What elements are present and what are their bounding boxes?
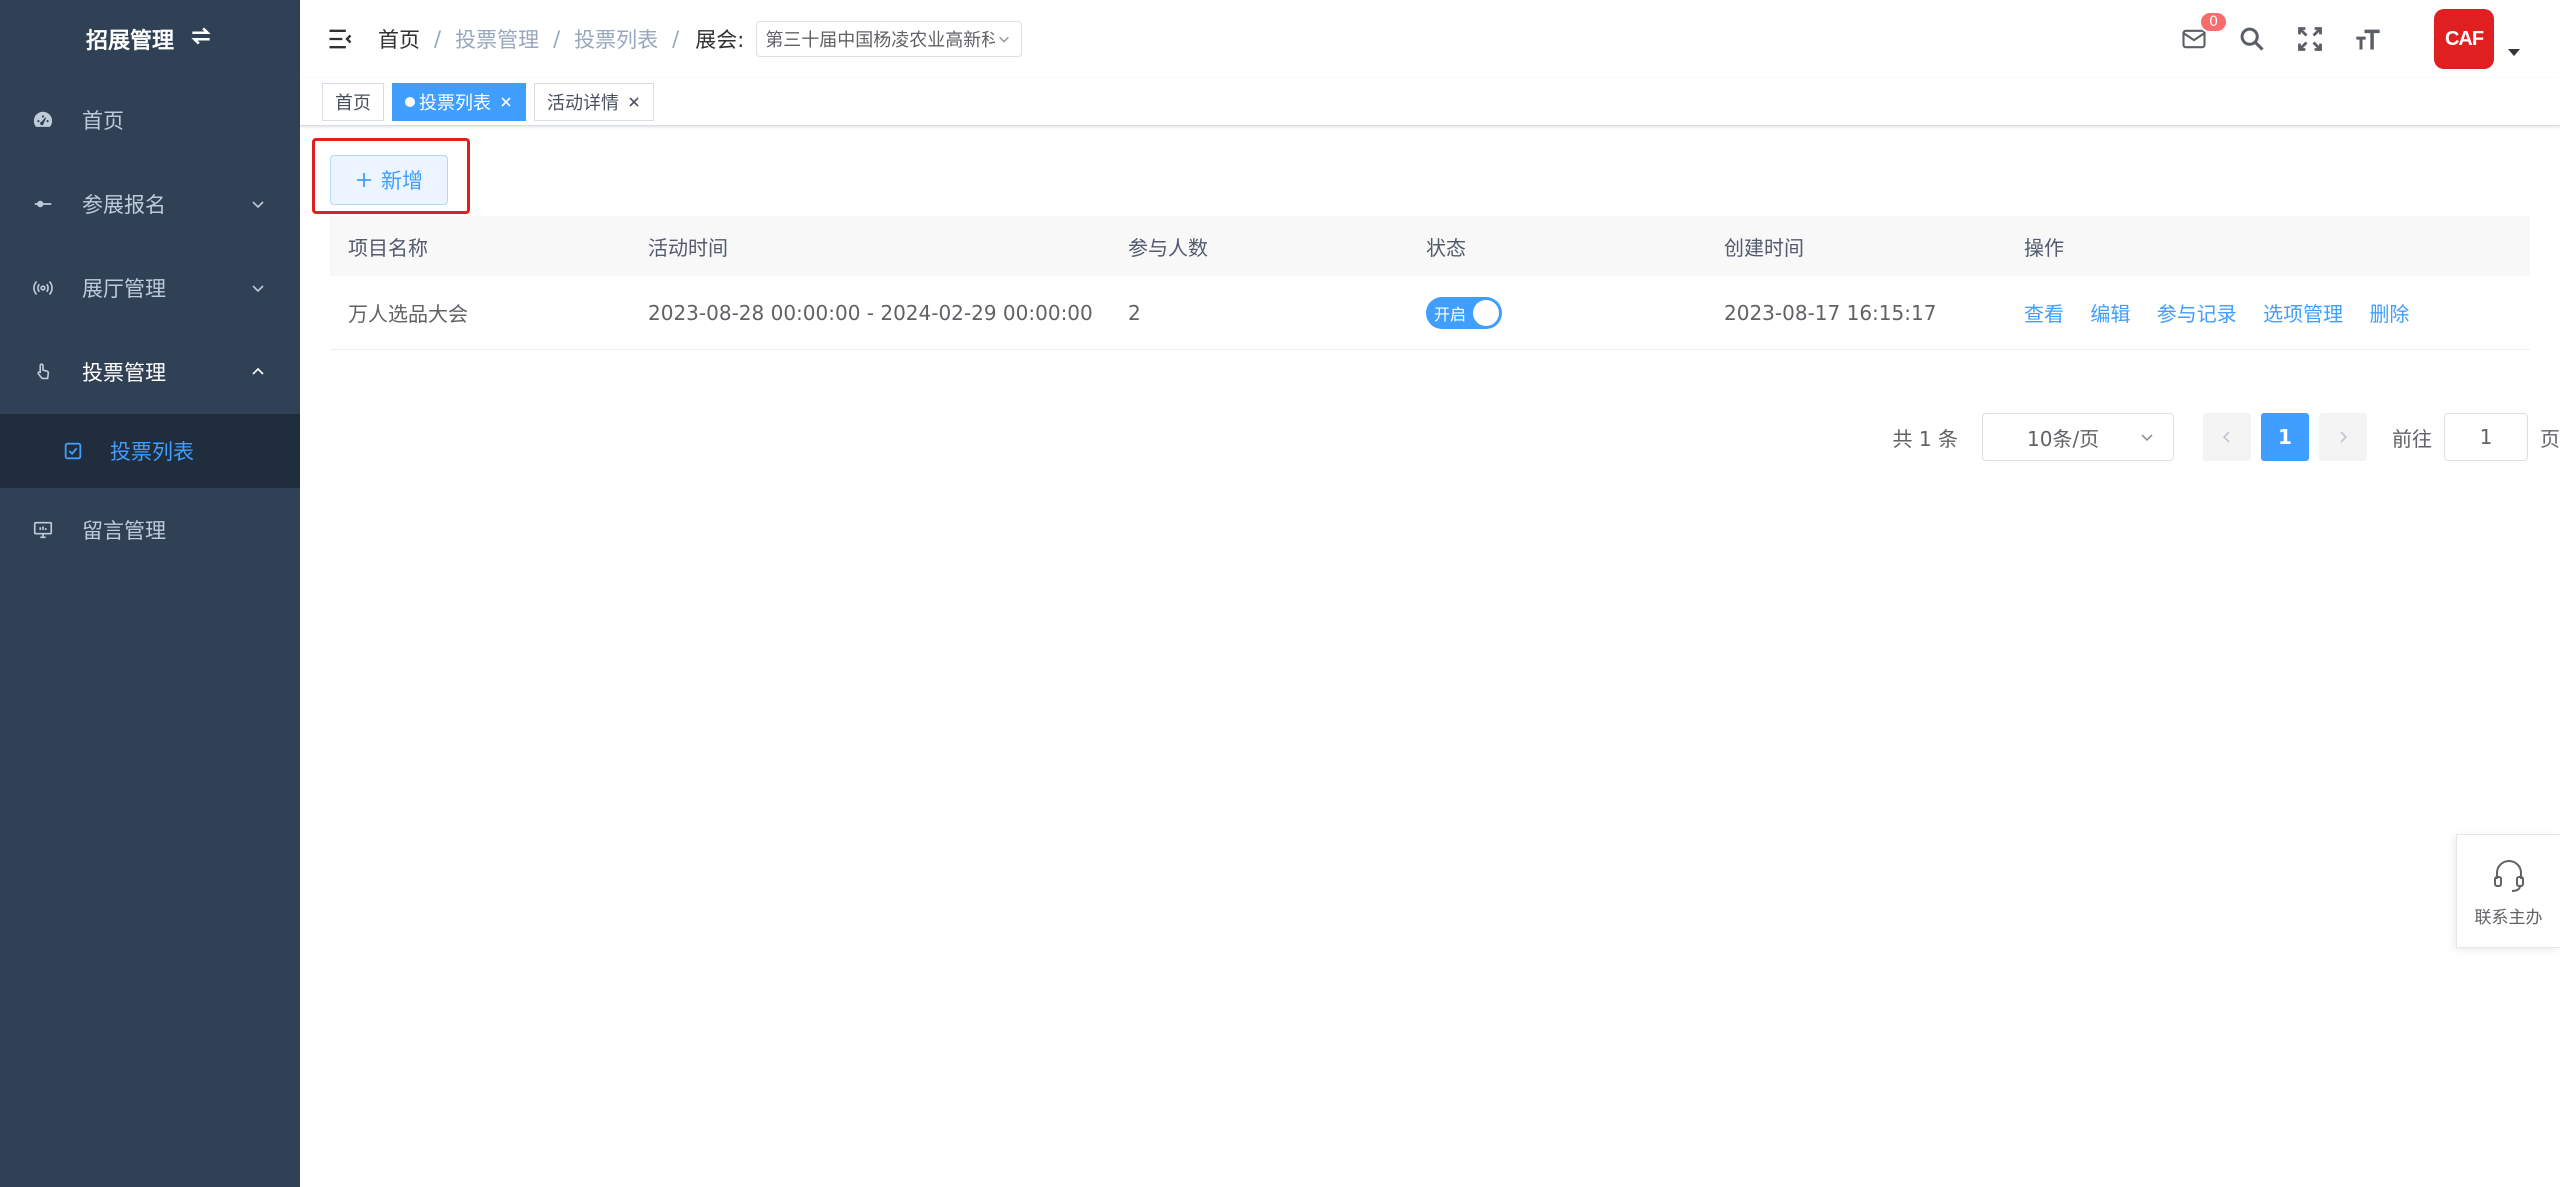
menu-fold-icon[interactable] — [326, 25, 354, 53]
pagination: 共 1 条 10条/页 1 前往 1 页 — [1893, 412, 2560, 462]
header-ops: 操作 — [2024, 235, 2064, 260]
records-link[interactable]: 参与记录 — [2157, 302, 2237, 326]
chevron-down-icon — [2141, 434, 2153, 442]
expo-label: 展会: — [695, 28, 745, 52]
broadcast-icon — [30, 275, 56, 301]
active-dot-icon — [405, 96, 415, 107]
headset-icon — [2493, 859, 2524, 892]
edit-link[interactable]: 编辑 — [2090, 302, 2130, 326]
goto-label: 前往 — [2392, 426, 2432, 451]
breadcrumb-vote-list: 投票列表 — [574, 28, 659, 52]
tag-activity-detail[interactable]: 活动详情 — [534, 82, 654, 121]
dashboard-icon — [30, 107, 56, 133]
page-size-value: 10条/页 — [2027, 426, 2100, 451]
breadcrumb-home[interactable]: 首页 — [378, 24, 420, 54]
tag-label: 活动详情 — [547, 92, 619, 114]
checkbox-icon — [62, 440, 84, 462]
sidebar-item-vote-list[interactable]: 投票列表 — [0, 414, 300, 488]
slider-icon — [30, 191, 56, 217]
sidebar: 招展管理 首页 参展报名 展厅管理 投票管理 投票列表 留言管理 — [0, 0, 300, 1187]
next-page-button[interactable] — [2319, 413, 2367, 461]
chevron-up-icon — [252, 367, 264, 375]
cell-count: 2 — [1128, 300, 1141, 325]
breadcrumb: 首页 / 投票管理 / 投票列表 / 展会: 第三十届中国杨凌农业高新科技成果博… — [378, 21, 1023, 57]
sidebar-title: 招展管理 — [85, 29, 174, 54]
page-number[interactable]: 1 — [2261, 413, 2309, 461]
header-time: 活动时间 — [648, 235, 728, 260]
sidebar-item-label: 留言管理 — [82, 519, 166, 543]
hand-icon — [30, 359, 56, 385]
prev-page-button[interactable] — [2203, 413, 2251, 461]
header-created: 创建时间 — [1724, 235, 1804, 260]
switch-label: 开启 — [1434, 304, 1467, 324]
plus-icon — [357, 173, 371, 187]
caret-down-icon[interactable] — [2508, 48, 2520, 56]
font-size-icon[interactable] — [2352, 23, 2384, 55]
sidebar-item-label: 投票管理 — [82, 361, 166, 385]
search-icon[interactable] — [2236, 23, 2268, 55]
switch-icon[interactable] — [188, 23, 214, 55]
cell-name: 万人选品大会 — [348, 302, 468, 326]
close-icon[interactable] — [627, 95, 641, 109]
tag-vote-list[interactable]: 投票列表 — [392, 82, 526, 121]
tags-view: 首页 投票列表 活动详情 — [300, 78, 2560, 126]
header-count: 参与人数 — [1128, 235, 1208, 260]
sidebar-item-label: 首页 — [82, 109, 124, 133]
fullscreen-icon[interactable] — [2294, 23, 2326, 55]
cell-ops: 查看 编辑 参与记录 选项管理 删除 — [2006, 298, 2530, 327]
expo-select-value: 第三十届中国杨凌农业高新科技成果博览会 — [765, 30, 995, 51]
sidebar-item-label: 参展报名 — [82, 193, 166, 217]
topbar-actions: 0 CAF — [2178, 0, 2520, 78]
sidebar-item-messages[interactable]: 留言管理 — [0, 488, 300, 572]
topbar: 首页 / 投票管理 / 投票列表 / 展会: 第三十届中国杨凌农业高新科技成果博… — [300, 0, 2560, 78]
header-name: 项目名称 — [348, 235, 428, 260]
mail-icon[interactable]: 0 — [2178, 11, 2228, 55]
cell-created: 2023-08-17 16:15:17 — [1724, 300, 1937, 325]
sidebar-item-label: 展厅管理 — [82, 277, 166, 301]
goto-input[interactable]: 1 — [2444, 413, 2528, 461]
chevron-down-icon — [252, 285, 264, 293]
table-row: 万人选品大会 2023-08-28 00:00:00 - 2024-02-29 … — [330, 276, 2530, 350]
tag-label: 投票列表 — [419, 92, 491, 114]
table-header: 项目名称 活动时间 参与人数 状态 创建时间 操作 — [330, 216, 2530, 276]
sidebar-item-hall[interactable]: 展厅管理 — [0, 246, 300, 330]
tag-home[interactable]: 首页 — [322, 82, 384, 121]
chevron-down-icon — [252, 201, 264, 209]
view-link[interactable]: 查看 — [2024, 302, 2064, 326]
options-link[interactable]: 选项管理 — [2263, 302, 2343, 326]
sidebar-item-vote[interactable]: 投票管理 — [0, 330, 300, 414]
sidebar-item-registration[interactable]: 参展报名 — [0, 162, 300, 246]
status-switch[interactable]: 开启 — [1426, 296, 1502, 329]
sidebar-item-home[interactable]: 首页 — [0, 78, 300, 162]
tag-label: 首页 — [335, 92, 371, 114]
switch-knob — [1473, 299, 1499, 326]
notification-badge: 0 — [2199, 11, 2228, 33]
sidebar-header: 招展管理 — [0, 0, 300, 78]
delete-link[interactable]: 删除 — [2369, 302, 2409, 326]
chevron-left-icon — [2222, 431, 2230, 443]
close-icon[interactable] — [499, 95, 513, 109]
page-unit-label: 页 — [2540, 426, 2560, 451]
avatar[interactable]: CAF — [2434, 9, 2494, 69]
chevron-right-icon — [2340, 431, 2348, 443]
contact-organizer-widget[interactable]: 联系主办 — [2456, 834, 2560, 948]
add-button-label: 新增 — [381, 169, 423, 193]
add-button[interactable]: 新增 — [330, 155, 448, 205]
breadcrumb-vote-manage: 投票管理 — [455, 28, 540, 52]
contact-label: 联系主办 — [2474, 907, 2543, 928]
expo-select[interactable]: 第三十届中国杨凌农业高新科技成果博览会 — [756, 21, 1023, 57]
monitor-icon — [30, 517, 56, 543]
vote-table: 项目名称 活动时间 参与人数 状态 创建时间 操作 万人选品大会 2023-08… — [330, 216, 2530, 350]
sidebar-item-label: 投票列表 — [110, 440, 194, 464]
page-size-select[interactable]: 10条/页 — [1982, 413, 2174, 461]
chevron-down-icon — [999, 36, 1010, 43]
pagination-total: 共 1 条 — [1892, 426, 1958, 451]
header-status: 状态 — [1426, 235, 1466, 260]
cell-time: 2023-08-28 00:00:00 - 2024-02-29 00:00:0… — [648, 300, 1093, 325]
